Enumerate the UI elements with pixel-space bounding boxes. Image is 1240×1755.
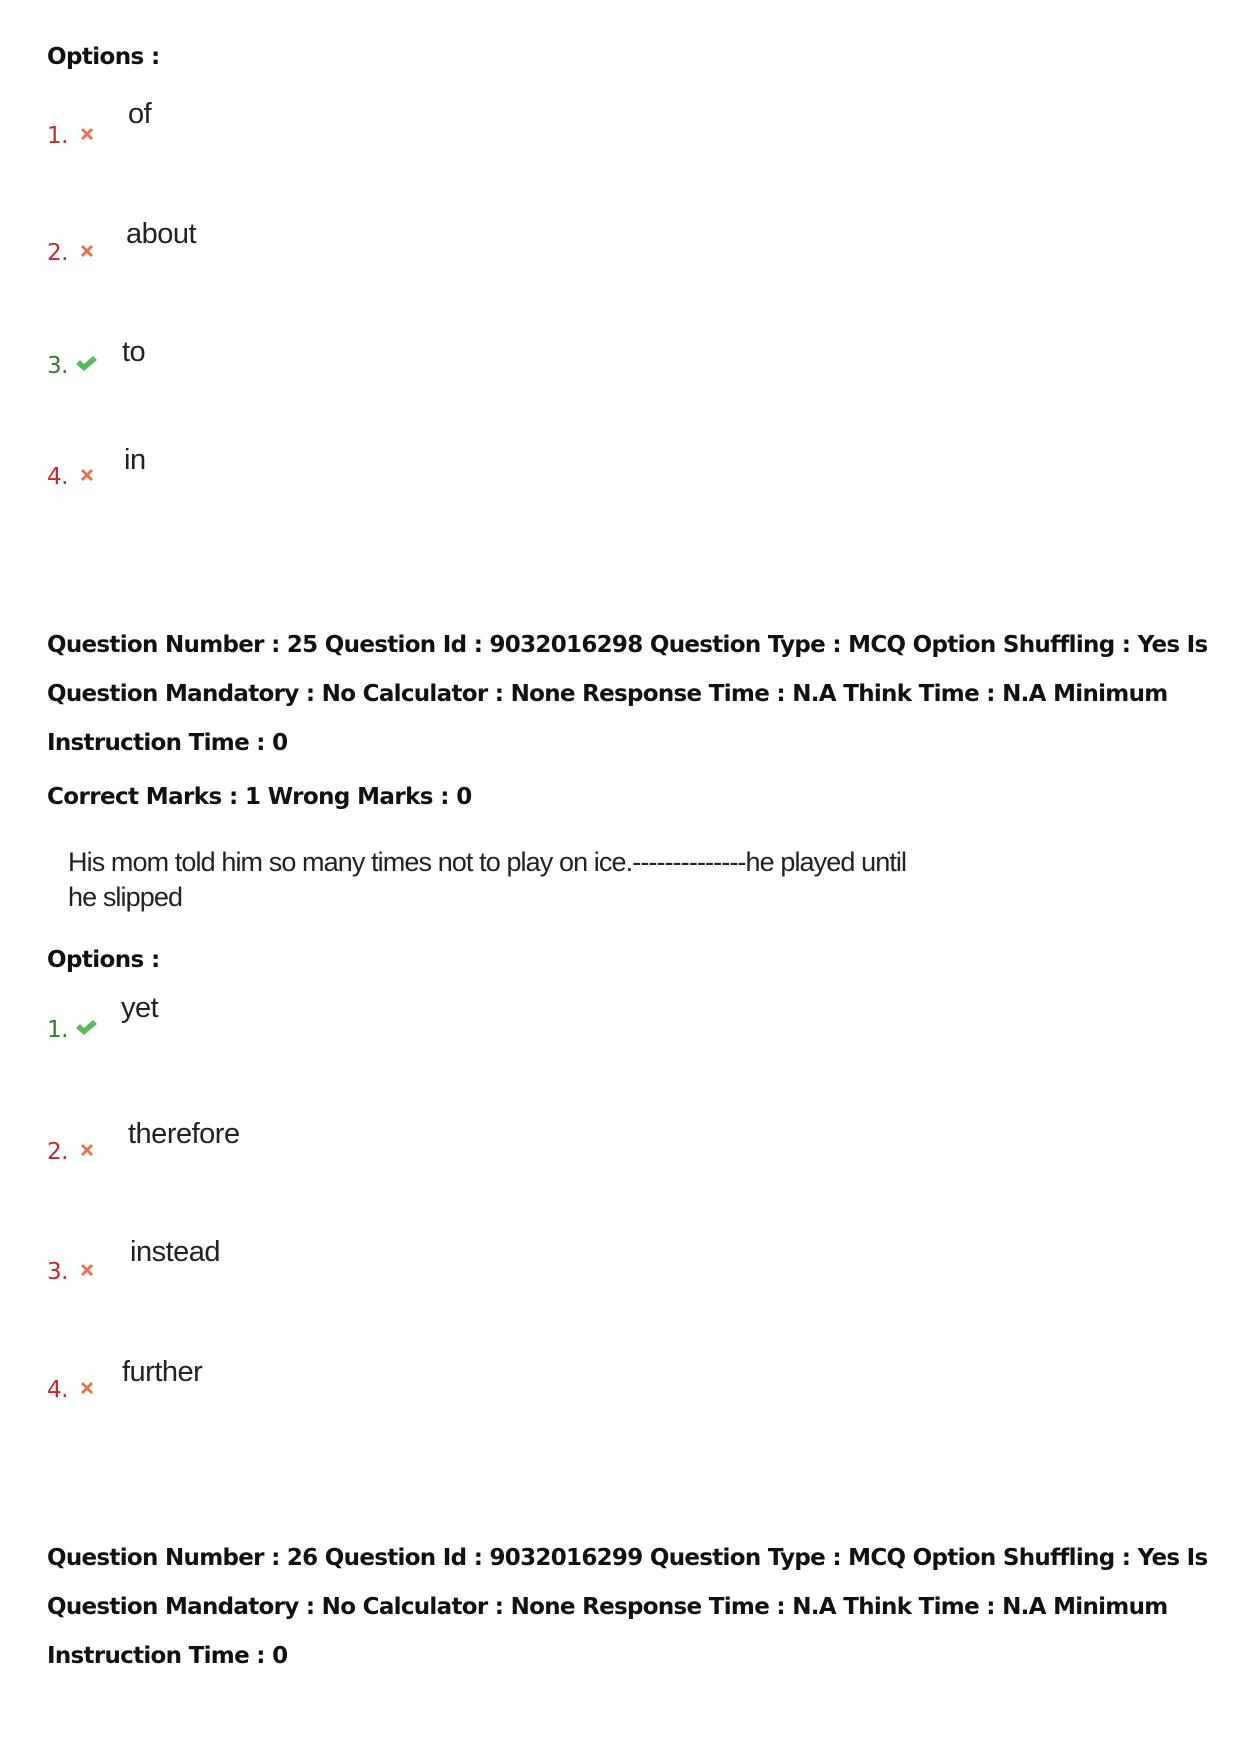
option-number: 3. [47, 1259, 68, 1285]
option-text: instead [130, 1236, 221, 1268]
marks-info: Correct Marks : 1 Wrong Marks : 0 [47, 784, 472, 810]
question-meta: Question Number : 26 Question Id : 90320… [47, 1545, 1208, 1669]
option-text: to [122, 336, 146, 368]
cross-icon [81, 1264, 93, 1276]
question-text-line: he slipped [68, 882, 183, 912]
question-text-line: His mom told him so many times not to pl… [68, 847, 907, 877]
option-number: 1. [47, 1017, 68, 1043]
option-number: 1. [47, 123, 68, 149]
option-text: in [124, 444, 146, 476]
option-number: 2. [47, 1139, 68, 1165]
option-text: yet [121, 992, 159, 1024]
cross-icon [81, 128, 93, 140]
check-icon [76, 356, 97, 371]
options-label: Options : [47, 44, 160, 70]
option-number: 3. [47, 353, 68, 379]
option-text: further [122, 1356, 203, 1388]
question-meta: Question Number : 25 Question Id : 90320… [47, 632, 1208, 756]
option-text: about [126, 218, 197, 250]
cross-icon [81, 1382, 93, 1394]
option-number: 2. [47, 240, 68, 266]
option-text: therefore [128, 1118, 240, 1150]
option-text: of [128, 98, 152, 130]
cross-icon [81, 469, 93, 481]
cross-icon [81, 245, 93, 257]
check-icon [76, 1020, 97, 1035]
option-number: 4. [47, 464, 68, 490]
options-label: Options : [47, 947, 160, 973]
option-number: 4. [47, 1377, 68, 1403]
cross-icon [81, 1144, 93, 1156]
